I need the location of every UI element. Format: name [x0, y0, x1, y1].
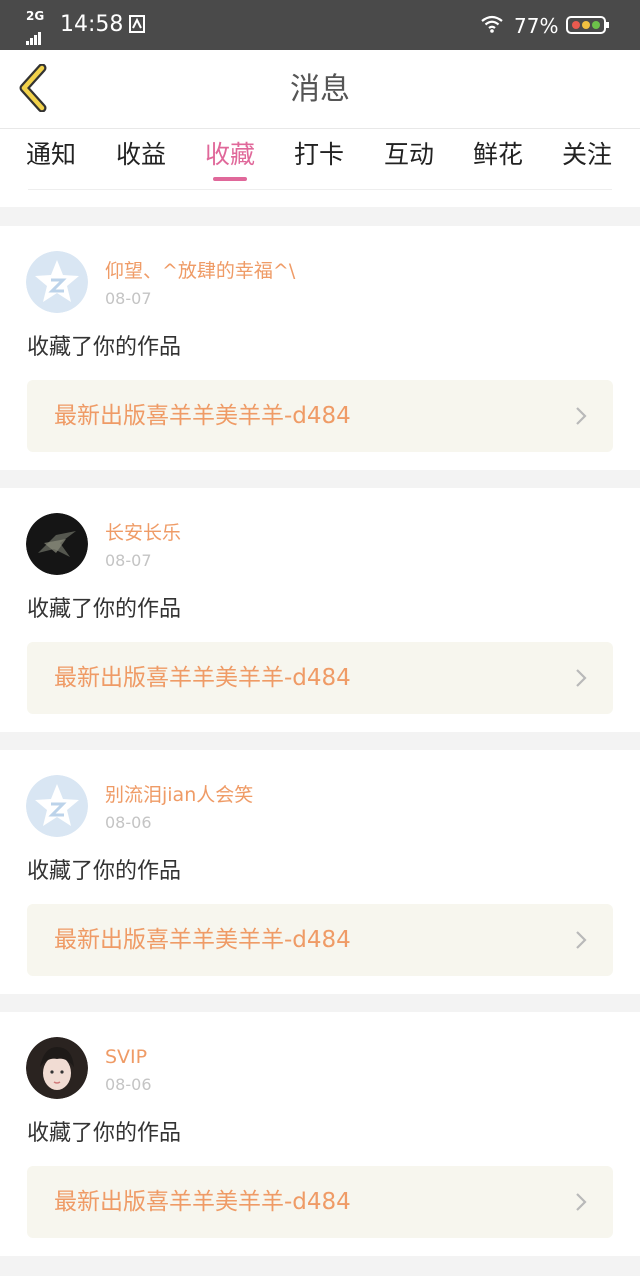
- page-title: 消息: [290, 72, 350, 107]
- user-name[interactable]: 长安长乐: [105, 520, 181, 546]
- wifi-icon: [481, 15, 503, 33]
- action-text: 收藏了你的作品: [27, 597, 182, 622]
- signal-icon: 2G: [26, 9, 52, 45]
- divider: [28, 189, 612, 190]
- tab-bar: 通知 收益 收藏 打卡 互动 鲜花 关注: [0, 129, 640, 207]
- tab-flowers[interactable]: 鲜花: [463, 137, 533, 173]
- avatar[interactable]: [26, 513, 88, 575]
- chevron-right-icon: [576, 669, 587, 687]
- action-text: 收藏了你的作品: [27, 1121, 182, 1146]
- list-item: 仰望、^放肆的幸福^\ 08-07 收藏了你的作品 最新出版喜羊羊美羊羊-d48…: [0, 226, 640, 470]
- work-title: 最新出版喜羊羊美羊羊-d484: [54, 1189, 351, 1215]
- network-type: 2G: [26, 9, 45, 23]
- tab-earnings[interactable]: 收益: [106, 137, 176, 173]
- avatar[interactable]: [26, 251, 88, 313]
- tab-checkin[interactable]: 打卡: [284, 137, 354, 173]
- action-text: 收藏了你的作品: [27, 859, 182, 884]
- status-bar: 2G 14:58 77%: [0, 0, 640, 50]
- work-link[interactable]: 最新出版喜羊羊美羊羊-d484: [27, 904, 613, 976]
- action-text: 收藏了你的作品: [27, 335, 182, 360]
- user-name[interactable]: 仰望、^放肆的幸福^\: [105, 258, 295, 284]
- photo-avatar-girl-icon: [26, 1037, 88, 1099]
- user-name[interactable]: SVIP: [105, 1044, 147, 1070]
- avatar[interactable]: [26, 775, 88, 837]
- date: 08-06: [105, 1075, 152, 1094]
- battery-icon: [566, 16, 609, 34]
- work-title: 最新出版喜羊羊美羊羊-d484: [54, 665, 351, 691]
- default-star-avatar-icon: [26, 251, 88, 313]
- work-link[interactable]: 最新出版喜羊羊美羊羊-d484: [27, 642, 613, 714]
- active-tab-indicator: [213, 177, 247, 181]
- date: 08-06: [105, 813, 152, 832]
- tab-follow[interactable]: 关注: [552, 137, 622, 173]
- avatar[interactable]: [26, 1037, 88, 1099]
- photo-avatar-dark-icon: [26, 513, 88, 575]
- tab-interaction[interactable]: 互动: [374, 137, 444, 173]
- tab-favorites[interactable]: 收藏: [195, 137, 265, 173]
- work-title: 最新出版喜羊羊美羊羊-d484: [54, 403, 351, 429]
- work-link[interactable]: 最新出版喜羊羊美羊羊-d484: [27, 1166, 613, 1238]
- date: 08-07: [105, 289, 152, 308]
- chevron-right-icon: [576, 1193, 587, 1211]
- work-link[interactable]: 最新出版喜羊羊美羊羊-d484: [27, 380, 613, 452]
- list-item: 别流泪jian人会笑 08-06 收藏了你的作品 最新出版喜羊羊美羊羊-d484: [0, 750, 640, 994]
- notification-icon: [129, 15, 145, 33]
- work-title: 最新出版喜羊羊美羊羊-d484: [54, 927, 351, 953]
- chevron-right-icon: [576, 407, 587, 425]
- default-star-avatar-icon: [26, 775, 88, 837]
- date: 08-07: [105, 551, 152, 570]
- list-item: SVIP 08-06 收藏了你的作品 最新出版喜羊羊美羊羊-d484: [0, 1012, 640, 1256]
- tab-notice[interactable]: 通知: [16, 137, 86, 173]
- list-item: 长安长乐 08-07 收藏了你的作品 最新出版喜羊羊美羊羊-d484: [0, 488, 640, 732]
- user-name[interactable]: 别流泪jian人会笑: [105, 782, 253, 808]
- nav-header: 消息: [0, 50, 640, 129]
- battery-percent: 77%: [514, 14, 559, 38]
- chevron-right-icon: [576, 931, 587, 949]
- clock: 14:58: [60, 12, 124, 37]
